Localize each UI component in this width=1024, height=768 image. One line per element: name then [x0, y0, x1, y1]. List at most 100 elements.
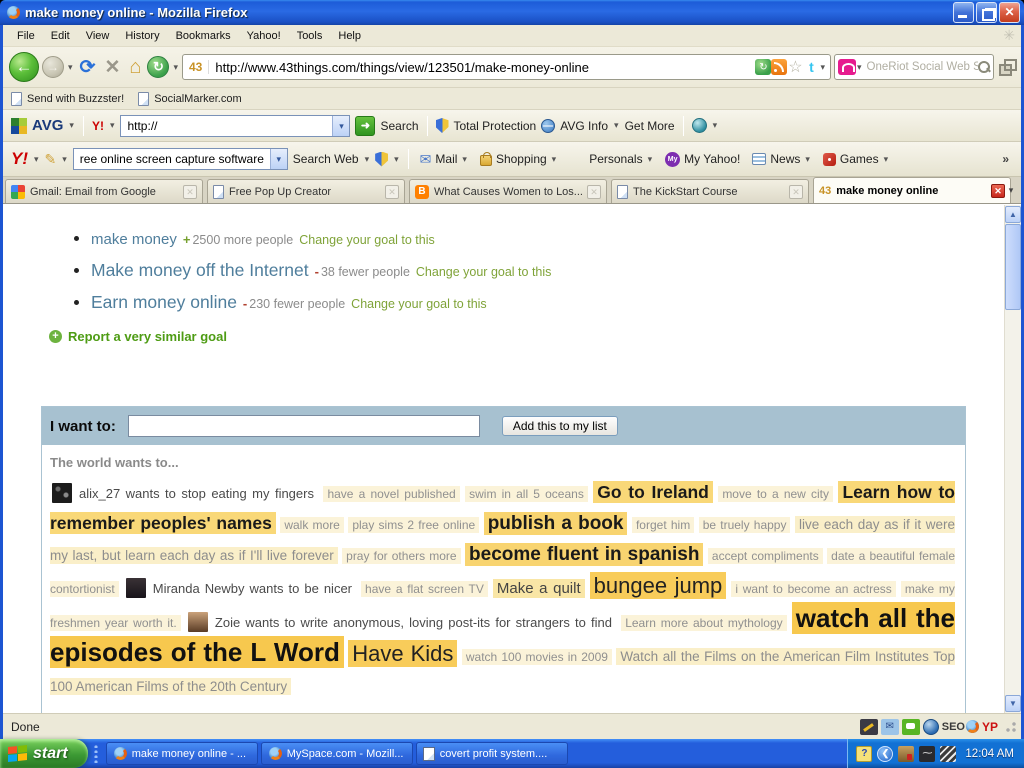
seo-extension-badge[interactable]: SEO [942, 719, 979, 735]
scrollbar-thumb[interactable] [1005, 224, 1021, 310]
start-button[interactable]: start [0, 739, 88, 768]
avg-info-caret[interactable]: ▾ [613, 120, 620, 131]
cloud-tag[interactable]: swim in all 5 oceans [465, 486, 588, 502]
globe-extension-icon[interactable] [923, 719, 939, 735]
menu-yahoo[interactable]: Yahoo! [239, 27, 289, 45]
show-hidden-icons-button[interactable]: ❮ [877, 746, 893, 762]
taskbar-window-make-money-online[interactable]: make money online - ... [106, 742, 258, 765]
search-placeholder[interactable]: OneRiot Social Web Search [863, 61, 978, 73]
avg-search-label[interactable]: Search [380, 119, 418, 133]
tab-free-pop-up-creator[interactable]: Free Pop Up Creator✕ [207, 179, 405, 203]
user-goal-link[interactable]: Miranda Newby wants to be nicer [149, 580, 356, 597]
menu-history[interactable]: History [117, 27, 167, 45]
stop-button[interactable]: ✕ [101, 56, 123, 79]
goal-link[interactable]: Earn money online [91, 292, 237, 312]
tray-question-icon[interactable]: ? [856, 746, 872, 762]
urlbar-dropdown-caret[interactable]: ▾ [819, 62, 826, 73]
back-button[interactable]: ← [9, 52, 39, 82]
tab-what-causes-women-to-los[interactable]: BWhat Causes Women to Los...✕ [409, 179, 607, 203]
avg-search-value[interactable]: http:// [121, 119, 332, 133]
search-web-button[interactable]: Search Web [293, 152, 359, 166]
bookmark-send-with-buzzster[interactable]: Send with Buzzster! [11, 92, 124, 106]
cloud-tag[interactable]: be truely happy [699, 517, 791, 533]
tray-pen-icon[interactable]: ⁓ [919, 746, 935, 762]
tray-stripes-icon[interactable] [940, 746, 956, 762]
search-web-caret[interactable]: ▾ [364, 154, 371, 165]
forward-button[interactable]: → [42, 56, 64, 78]
goal-link[interactable]: Make money off the Internet [91, 260, 309, 280]
avg-engine-caret[interactable]: ▾ [109, 120, 116, 131]
cloud-tag[interactable]: forget him [632, 517, 694, 533]
tab-the-kickstart-course[interactable]: The KickStart Course✕ [611, 179, 809, 203]
search-magnifier-icon[interactable] [978, 61, 990, 73]
user-avatar[interactable] [188, 612, 208, 632]
dropdown-caret[interactable]: ▾ [461, 154, 468, 165]
menu-view[interactable]: View [78, 27, 118, 45]
scroll-down-button[interactable]: ▼ [1005, 695, 1021, 712]
quick-launch-handle[interactable] [92, 743, 102, 765]
tab-close-button[interactable]: ✕ [183, 185, 197, 199]
tab-list-dropdown[interactable]: ▾ [1003, 181, 1019, 199]
cloud-tag[interactable]: publish a book [484, 512, 628, 535]
cloud-tag[interactable]: become fluent in spanish [465, 543, 703, 566]
menu-file[interactable]: File [9, 27, 43, 45]
cloud-tag[interactable]: pray for others more [342, 548, 460, 564]
cloud-tag[interactable]: i want to become an actress [731, 581, 895, 597]
tray-disk-icon[interactable] [898, 746, 914, 762]
avg-search-dropdown[interactable]: ▾ [332, 116, 349, 136]
tab-close-button[interactable]: ✕ [385, 185, 399, 199]
cloud-tag[interactable]: watch 100 movies in 2009 [462, 649, 612, 665]
menu-edit[interactable]: Edit [43, 27, 78, 45]
user-avatar[interactable] [126, 578, 146, 598]
user-goal-link[interactable]: alix_27 wants to stop eating my fingers [75, 485, 318, 502]
cloud-tag[interactable]: accept compliments [708, 548, 823, 564]
yahoo-search-input[interactable]: ree online screen capture software ▾ [73, 148, 288, 170]
menu-tools[interactable]: Tools [289, 27, 331, 45]
bookmark-socialmarker-com[interactable]: SocialMarker.com [138, 92, 241, 106]
fastdial-button[interactable]: ↻ [147, 56, 169, 78]
avg-extra-icon[interactable] [692, 118, 707, 133]
fastdial-dropdown-caret[interactable]: ▾ [172, 62, 179, 73]
chat-extension-icon[interactable] [902, 719, 920, 735]
cloud-tag[interactable]: move to a new city [718, 486, 833, 502]
dropdown-caret[interactable]: ▾ [804, 154, 811, 165]
history-dropdown-caret[interactable]: ▾ [67, 62, 74, 73]
tab-close-button[interactable]: ✕ [587, 185, 601, 199]
avg-search-input[interactable]: http:// ▾ [120, 115, 350, 137]
avg-menu-caret[interactable]: ▾ [68, 120, 75, 131]
add-to-list-button[interactable]: Add this to my list [502, 416, 618, 436]
cloud-tag[interactable]: have a flat screen TV [361, 581, 488, 597]
cloud-tag[interactable]: play sims 2 free online [348, 517, 479, 533]
change-goal-link[interactable]: Change your goal to this [299, 233, 435, 247]
yahoo-games[interactable]: Games▾ [820, 150, 892, 168]
yahoo-shield-caret[interactable]: ▾ [393, 154, 400, 165]
avg-get-more[interactable]: Get More [625, 119, 675, 133]
user-avatar[interactable] [52, 483, 72, 503]
tab-gmail-email-from-google[interactable]: Gmail: Email from Google✕ [5, 179, 203, 203]
yp-extension-badge[interactable]: YP [982, 719, 998, 735]
taskbar-window-covert-profit-system[interactable]: covert profit system.... [416, 742, 568, 765]
yahoo-my-yahoo[interactable]: MyMy Yahoo! [662, 150, 743, 169]
yahoo-logo[interactable]: Y! [11, 149, 28, 169]
goal-link[interactable]: make money [91, 231, 177, 248]
change-goal-link[interactable]: Change your goal to this [416, 265, 552, 279]
menu-bookmarks[interactable]: Bookmarks [168, 27, 239, 45]
restore-tabs-icon[interactable] [997, 58, 1015, 76]
close-button[interactable]: ✕ [999, 2, 1020, 23]
cloud-tag[interactable]: have a novel published [323, 486, 459, 502]
cloud-tag[interactable]: Have Kids [348, 640, 457, 667]
yahoo-search-value[interactable]: ree online screen capture software [74, 152, 270, 166]
cloud-tag[interactable]: walk more [280, 517, 344, 533]
tab-close-button[interactable]: ✕ [789, 185, 803, 199]
dropdown-caret[interactable]: ▾ [883, 154, 890, 165]
url-text[interactable]: http://www.43things.com/things/view/1235… [209, 60, 755, 75]
avg-brand[interactable]: AVG [32, 117, 63, 134]
address-bar[interactable]: 43 http://www.43things.com/things/view/1… [182, 54, 831, 80]
yahoo-mail[interactable]: ✉Mail▾ [417, 149, 471, 170]
reload-button[interactable]: ⟳ [77, 56, 99, 79]
scroll-up-button[interactable]: ▲ [1005, 206, 1021, 223]
dropdown-caret[interactable]: ▾ [647, 154, 654, 165]
taskbar-window-myspace-com-mozill[interactable]: MySpace.com - Mozill... [261, 742, 413, 765]
key-extension-icon[interactable] [860, 719, 878, 735]
menu-help[interactable]: Help [330, 27, 369, 45]
